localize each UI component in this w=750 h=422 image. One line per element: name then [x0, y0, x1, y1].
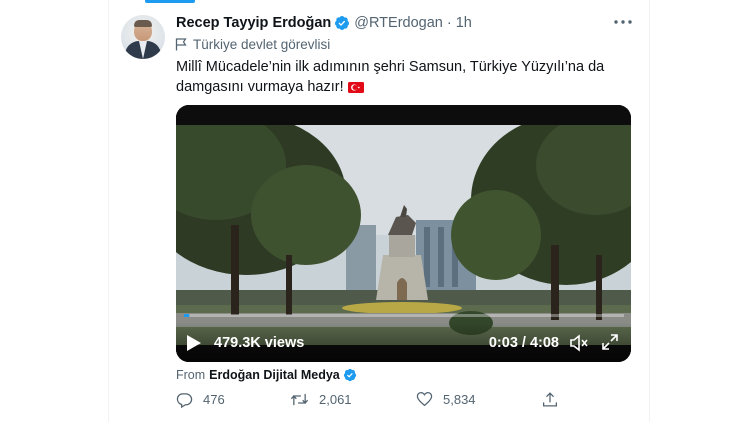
share-button[interactable] [542, 391, 568, 408]
author-handle[interactable]: @RTErdogan [354, 15, 443, 31]
avatar[interactable] [121, 15, 165, 59]
account-label-text: Türkiye devlet görevlisi [193, 37, 331, 52]
retweet-button[interactable]: 2,061 [290, 391, 352, 408]
source-prefix: From [176, 367, 206, 382]
tweet-text-line-2: damgasını vurmaya hazır! [176, 79, 344, 95]
retweet-icon [290, 393, 309, 406]
separator-dot: · [446, 15, 452, 31]
more-options-button[interactable] [612, 13, 634, 31]
account-label: Türkiye devlet görevlisi [175, 36, 330, 53]
view-count: 479.3K views [214, 335, 305, 351]
tweet-text-line-1: Millî Mücadele’nin ilk adımının şehri Sa… [176, 59, 605, 75]
video-player[interactable]: 479.3K views 0:03 / 4:08 [176, 105, 631, 362]
verified-badge-icon [334, 15, 350, 31]
reply-count: 476 [203, 392, 225, 407]
play-button[interactable] [186, 334, 202, 352]
fullscreen-button[interactable] [601, 333, 619, 351]
muted-speaker-icon [570, 334, 588, 352]
tweet-text: Millî Mücadele’nin ilk adımının şehri Sa… [176, 57, 616, 97]
turkey-flag-icon [347, 79, 364, 93]
source-account-link[interactable]: Erdoğan Dijital Medya [209, 368, 340, 382]
like-count: 5,834 [443, 391, 476, 407]
video-controls: 479.3K views 0:03 / 4:08 [176, 322, 631, 362]
tab-indicator [145, 0, 195, 3]
play-icon [187, 335, 201, 351]
author-name[interactable]: Recep Tayyip Erdoğan [176, 15, 331, 31]
tweet-actions: 476 2,061 5,834 [176, 391, 576, 411]
mute-button[interactable] [569, 333, 589, 353]
video-source: From Erdoğan Dijital Medya [176, 366, 361, 383]
tweet-time[interactable]: 1h [456, 15, 472, 31]
tweet-header: Recep Tayyip Erdoğan @RTErdogan · 1h [176, 14, 472, 32]
time-readout: 0:03 / 4:08 [488, 335, 559, 351]
heart-icon [416, 391, 433, 407]
reply-icon [176, 393, 193, 408]
retweet-count: 2,061 [319, 392, 352, 407]
more-icon [614, 20, 632, 24]
flag-icon [175, 38, 187, 51]
reply-button[interactable]: 476 [176, 391, 225, 408]
like-button[interactable]: 5,834 [416, 391, 476, 407]
share-icon [542, 392, 558, 407]
progress-bar[interactable] [184, 314, 624, 317]
verified-badge-icon [343, 368, 357, 382]
expand-icon [602, 334, 618, 350]
